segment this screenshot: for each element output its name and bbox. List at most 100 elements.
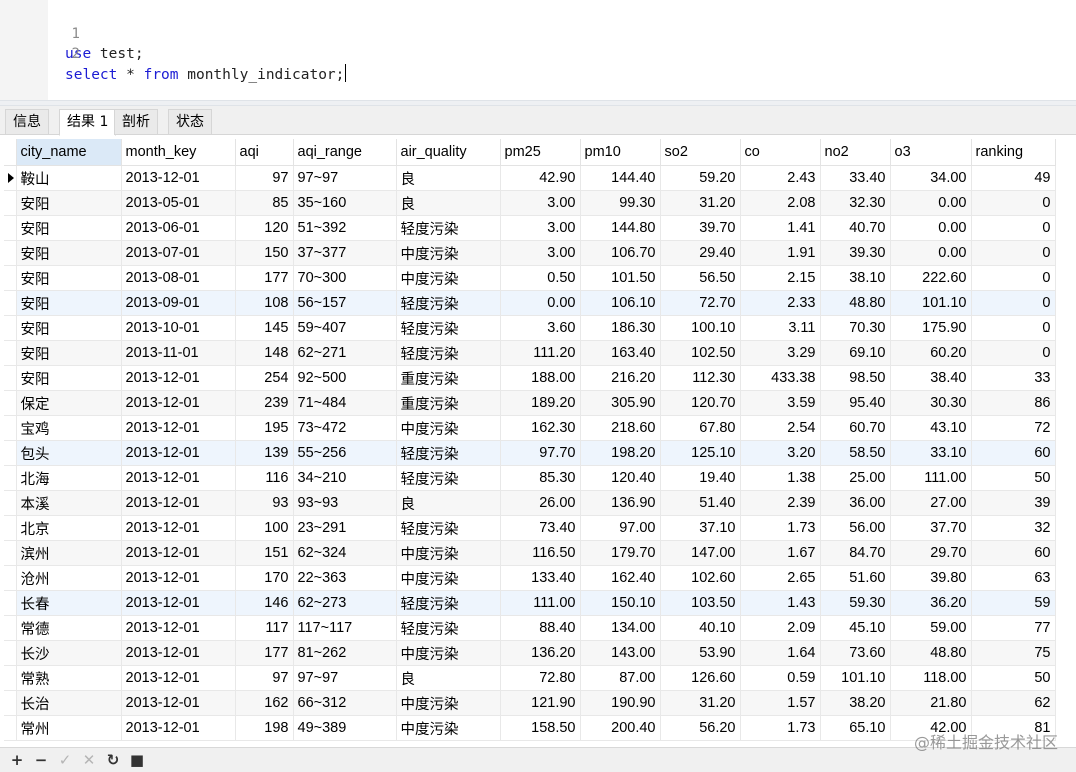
cell-aqi[interactable]: 195 — [235, 415, 294, 441]
cell-pm25[interactable]: 42.90 — [500, 165, 581, 191]
cell-pm25[interactable]: 3.00 — [500, 190, 581, 216]
cell-city-name[interactable]: 长春 — [16, 590, 122, 616]
cell-no2[interactable]: 38.10 — [820, 265, 891, 291]
cell-no2[interactable]: 95.40 — [820, 390, 891, 416]
cell-aqi[interactable]: 100 — [235, 515, 294, 541]
cell-ranking[interactable]: 60 — [971, 440, 1056, 466]
cell-month-key[interactable]: 2013-12-01 — [121, 590, 236, 616]
column-header-co[interactable]: co — [740, 139, 821, 166]
cell-pm25[interactable]: 136.20 — [500, 640, 581, 666]
column-header-aqi-range[interactable]: aqi_range — [293, 139, 397, 166]
column-header-no2[interactable]: no2 — [820, 139, 891, 166]
cell-aqi-range[interactable]: 70~300 — [293, 265, 397, 291]
cell-month-key[interactable]: 2013-07-01 — [121, 240, 236, 266]
cell-so2[interactable]: 125.10 — [660, 440, 741, 466]
check-icon[interactable]: ✓ — [56, 751, 74, 769]
cell-so2[interactable]: 147.00 — [660, 540, 741, 566]
table-row[interactable]: 宝鸡 2013-12-01 195 73~472 中度污染 162.30 218.60 67.… — [4, 415, 1056, 441]
cell-o3[interactable]: 111.00 — [890, 465, 972, 491]
cell-no2[interactable]: 56.00 — [820, 515, 891, 541]
table-row[interactable]: 包头 2013-12-01 139 55~256 轻度污染 97.70 198.20 125.… — [4, 440, 1056, 466]
column-header-air-quality[interactable]: air_quality — [396, 139, 501, 166]
cell-co[interactable]: 1.57 — [740, 690, 821, 716]
column-header-month-key[interactable]: month_key — [121, 139, 236, 166]
cell-ranking[interactable]: 0 — [971, 240, 1056, 266]
cell-city-name[interactable]: 北海 — [16, 465, 122, 491]
cell-co[interactable]: 1.41 — [740, 215, 821, 241]
cell-so2[interactable]: 102.50 — [660, 340, 741, 366]
cell-month-key[interactable]: 2013-12-01 — [121, 465, 236, 491]
cell-pm25[interactable]: 88.40 — [500, 615, 581, 641]
cell-aqi[interactable]: 117 — [235, 615, 294, 641]
cell-pm10[interactable]: 162.40 — [580, 565, 661, 591]
cell-so2[interactable]: 51.40 — [660, 490, 741, 516]
cell-month-key[interactable]: 2013-12-01 — [121, 440, 236, 466]
cell-aqi[interactable]: 146 — [235, 590, 294, 616]
column-header-so2[interactable]: so2 — [660, 139, 741, 166]
cell-ranking[interactable]: 49 — [971, 165, 1056, 191]
cell-pm10[interactable]: 144.40 — [580, 165, 661, 191]
cell-aqi-range[interactable]: 51~392 — [293, 215, 397, 241]
table-row[interactable]: 鞍山 2013-12-01 97 97~97 良 42.90 144.40 59.20 2.43… — [4, 165, 1056, 191]
cell-city-name[interactable]: 安阳 — [16, 215, 122, 241]
cell-no2[interactable]: 38.20 — [820, 690, 891, 716]
cell-so2[interactable]: 59.20 — [660, 165, 741, 191]
cell-co[interactable]: 1.73 — [740, 515, 821, 541]
cell-no2[interactable]: 32.30 — [820, 190, 891, 216]
cell-month-key[interactable]: 2013-12-01 — [121, 640, 236, 666]
column-header-o3[interactable]: o3 — [890, 139, 972, 166]
cell-month-key[interactable]: 2013-11-01 — [121, 340, 236, 366]
cell-city-name[interactable]: 安阳 — [16, 315, 122, 341]
tab-status[interactable]: 状态 — [168, 109, 212, 135]
cell-aqi[interactable]: 85 — [235, 190, 294, 216]
cell-city-name[interactable]: 长治 — [16, 690, 122, 716]
cell-o3[interactable]: 175.90 — [890, 315, 972, 341]
cell-aqi-range[interactable]: 62~271 — [293, 340, 397, 366]
cell-no2[interactable]: 65.10 — [820, 715, 891, 741]
cell-ranking[interactable]: 0 — [971, 215, 1056, 241]
cell-month-key[interactable]: 2013-10-01 — [121, 315, 236, 341]
cell-pm10[interactable]: 163.40 — [580, 340, 661, 366]
table-row[interactable]: 保定 2013-12-01 239 71~484 重度污染 189.20 305.90 120… — [4, 390, 1056, 416]
cell-pm25[interactable]: 0.50 — [500, 265, 581, 291]
cell-ranking[interactable]: 0 — [971, 315, 1056, 341]
cell-air-quality[interactable]: 中度污染 — [396, 540, 501, 566]
cell-pm25[interactable]: 97.70 — [500, 440, 581, 466]
cell-co[interactable]: 1.43 — [740, 590, 821, 616]
cell-month-key[interactable]: 2013-12-01 — [121, 515, 236, 541]
table-row[interactable]: 沧州 2013-12-01 170 22~363 中度污染 133.40 162.40 102… — [4, 565, 1056, 591]
cell-pm25[interactable]: 3.00 — [500, 215, 581, 241]
cell-ranking[interactable]: 50 — [971, 465, 1056, 491]
cell-air-quality[interactable]: 轻度污染 — [396, 440, 501, 466]
cell-pm10[interactable]: 136.90 — [580, 490, 661, 516]
cell-no2[interactable]: 70.30 — [820, 315, 891, 341]
cell-o3[interactable]: 222.60 — [890, 265, 972, 291]
cell-aqi-range[interactable]: 62~273 — [293, 590, 397, 616]
cell-air-quality[interactable]: 中度污染 — [396, 715, 501, 741]
cell-month-key[interactable]: 2013-12-01 — [121, 715, 236, 741]
cell-co[interactable]: 2.65 — [740, 565, 821, 591]
cell-pm10[interactable]: 99.30 — [580, 190, 661, 216]
cell-air-quality[interactable]: 中度污染 — [396, 240, 501, 266]
cell-pm10[interactable]: 150.10 — [580, 590, 661, 616]
cell-pm25[interactable]: 111.20 — [500, 340, 581, 366]
cell-air-quality[interactable]: 良 — [396, 165, 501, 191]
cell-aqi-range[interactable]: 34~210 — [293, 465, 397, 491]
cell-so2[interactable]: 102.60 — [660, 565, 741, 591]
cell-month-key[interactable]: 2013-12-01 — [121, 565, 236, 591]
cell-city-name[interactable]: 常熟 — [16, 665, 122, 691]
cell-city-name[interactable]: 包头 — [16, 440, 122, 466]
row-indicator[interactable] — [4, 615, 17, 641]
cell-so2[interactable]: 103.50 — [660, 590, 741, 616]
cell-air-quality[interactable]: 中度污染 — [396, 415, 501, 441]
cell-ranking[interactable]: 77 — [971, 615, 1056, 641]
row-indicator[interactable] — [4, 415, 17, 441]
cell-o3[interactable]: 30.30 — [890, 390, 972, 416]
cell-air-quality[interactable]: 轻度污染 — [396, 465, 501, 491]
cell-month-key[interactable]: 2013-12-01 — [121, 690, 236, 716]
minus-icon[interactable]: − — [32, 751, 50, 769]
cell-city-name[interactable]: 安阳 — [16, 265, 122, 291]
table-row[interactable]: 安阳 2013-11-01 148 62~271 轻度污染 111.20 163.40 102… — [4, 340, 1056, 366]
cell-pm25[interactable]: 111.00 — [500, 590, 581, 616]
cell-city-name[interactable]: 安阳 — [16, 340, 122, 366]
